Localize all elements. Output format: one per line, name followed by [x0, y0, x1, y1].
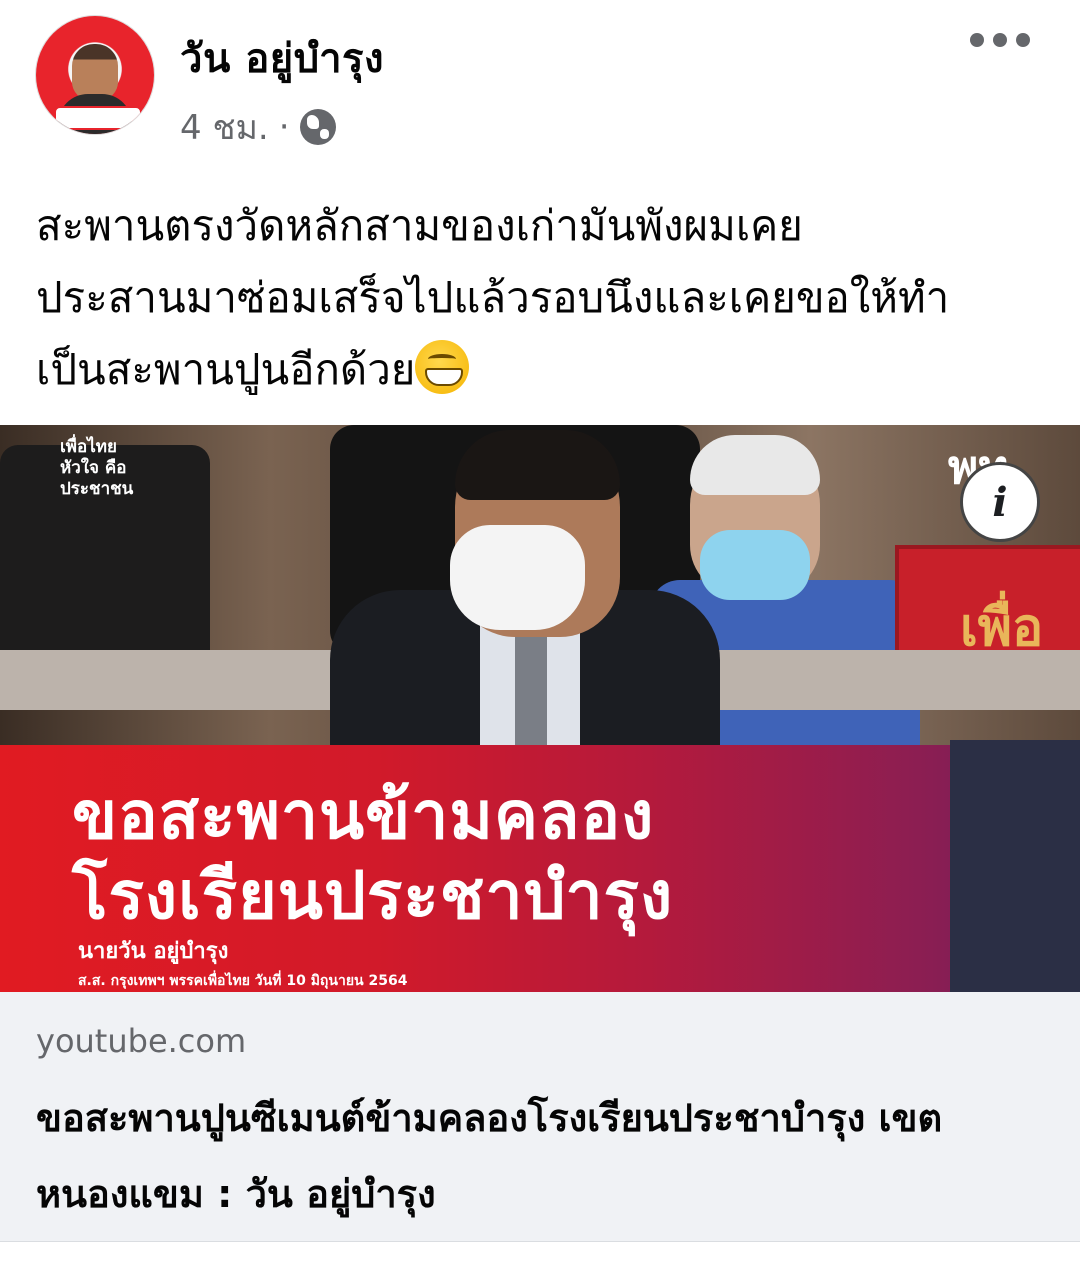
logo-text-line: หัวใจ คือ [60, 458, 127, 478]
meta-separator: · [278, 107, 290, 147]
avatar-face [72, 44, 118, 100]
post-divider [0, 1241, 1080, 1242]
pheu-thai-logo: เพื่อไทย หัวใจ คือ ประชาชน [60, 437, 133, 500]
post-time[interactable]: 4 ชม. [180, 100, 269, 154]
info-icon[interactable]: i [960, 462, 1040, 542]
logo-text-line: เพื่อไทย [60, 437, 117, 457]
post-text-segment: เป็นสะพานปูนอีกด้วย [36, 345, 416, 394]
link-title[interactable]: ขอสะพานปูนซีเมนต์ข้ามคลองโรงเรียนประชาบำ… [36, 1080, 1046, 1232]
author-name[interactable]: วัน อยู่บำรุง [180, 26, 384, 90]
thumbnail-speaker-subtitle: ส.ส. กรุงเทพฯ พรรคเพื่อไทย วันที่ 10 มิถ… [78, 973, 408, 989]
more-dot-icon [970, 33, 984, 47]
more-dot-icon [1016, 33, 1030, 47]
thumbnail-speaker-mask [450, 525, 585, 630]
post-text-line: เป็นสะพานปูนอีกด้วย [36, 334, 1046, 406]
post-header: วัน อยู่บำรุง 4 ชม. · [0, 0, 1080, 160]
post-meta: 4 ชม. · [180, 100, 336, 154]
post-text-line: ประสานมาซ่อมเสร็จไปแล้วรอบนึงและเคยขอให้… [36, 273, 950, 322]
globe-icon[interactable] [299, 109, 336, 145]
thumbnail-speaker-hair [455, 430, 620, 500]
author-avatar[interactable] [36, 16, 154, 134]
thumbnail-speaker-name: นายวัน อยู่บำรุง [78, 939, 229, 964]
thumbnail-person-right-hair [690, 435, 820, 495]
thumbnail-banner-panel [950, 740, 1080, 992]
avatar-badge [54, 106, 142, 130]
link-meta[interactable]: youtube.com ขอสะพานปูนซีเมนต์ข้ามคลองโรง… [0, 992, 1080, 1241]
video-thumbnail[interactable]: เพื่อ ขอสะพานข้ามคลอง โรงเรียนประชาบำรุง… [0, 425, 1080, 992]
post-text: สะพานตรงวัดหลักสามของเก่ามันพังผมเคย ประ… [36, 190, 1046, 406]
link-preview-card[interactable]: เพื่อ ขอสะพานข้ามคลอง โรงเรียนประชาบำรุง… [0, 425, 1080, 1241]
thumbnail-person-right-mask [700, 530, 810, 600]
post-text-line: สะพานตรงวัดหลักสามของเก่ามันพังผมเคย [36, 201, 803, 250]
more-options-icon[interactable] [970, 30, 1030, 50]
link-domain: youtube.com [36, 1022, 247, 1060]
grinning-face-emoji-icon [415, 340, 470, 394]
more-dot-icon [993, 33, 1007, 47]
logo-text-line: ประชาชน [60, 479, 134, 499]
